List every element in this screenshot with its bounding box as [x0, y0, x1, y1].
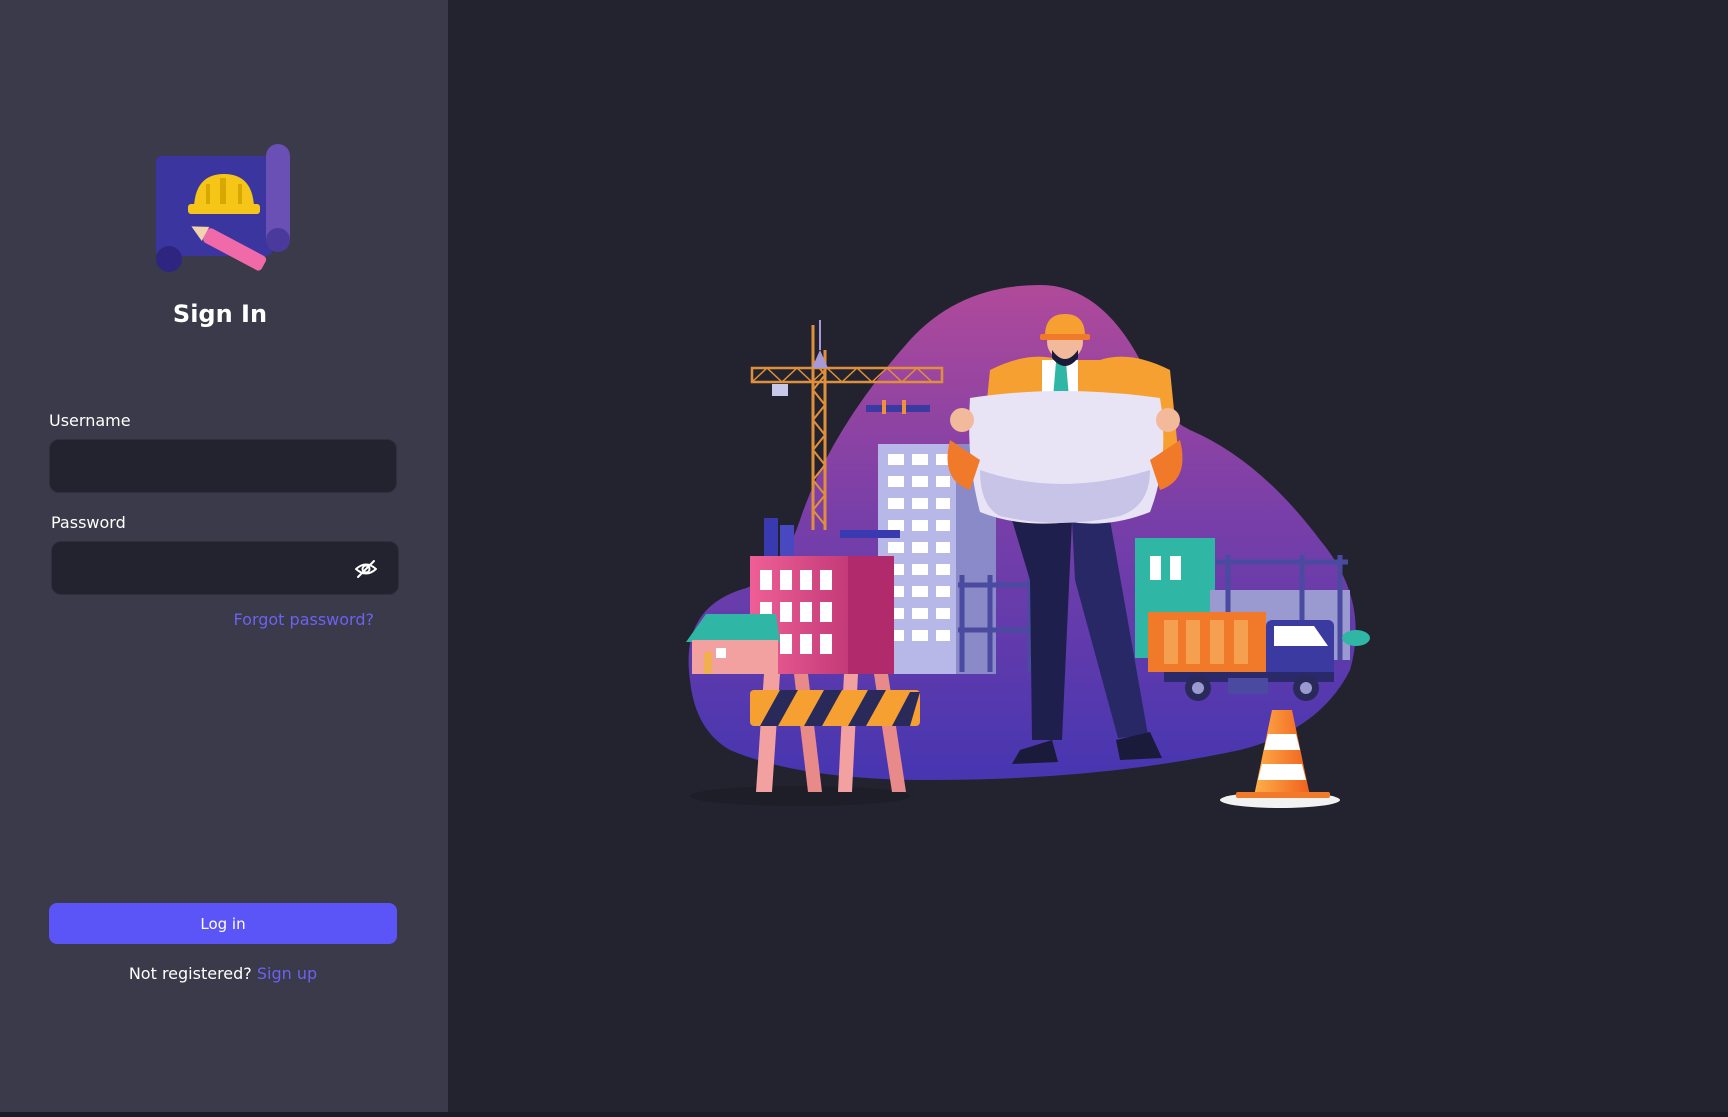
password-label: Password — [51, 513, 126, 532]
sign-in-panel: Sign In Username Password Forgot passwor… — [0, 0, 448, 1112]
page-title: Sign In — [172, 300, 268, 328]
eye-slash-icon[interactable] — [354, 557, 378, 581]
login-button[interactable]: Log in — [49, 903, 397, 944]
construction-illustration — [686, 285, 1370, 808]
password-field-container — [51, 541, 399, 595]
username-field-container — [49, 439, 397, 493]
username-input[interactable] — [50, 440, 396, 492]
password-input[interactable] — [52, 542, 398, 594]
app-logo-icon — [156, 144, 290, 272]
register-prompt: Not registered? Sign up — [0, 964, 446, 983]
forgot-password-link[interactable]: Forgot password? — [234, 610, 374, 629]
register-prompt-text: Not registered? — [128, 964, 252, 983]
bottom-strip — [0, 1112, 1728, 1117]
signup-link[interactable]: Sign up — [257, 964, 317, 983]
login-page: Sign In Username Password Forgot passwor… — [0, 0, 1728, 1117]
username-label: Username — [49, 411, 131, 430]
